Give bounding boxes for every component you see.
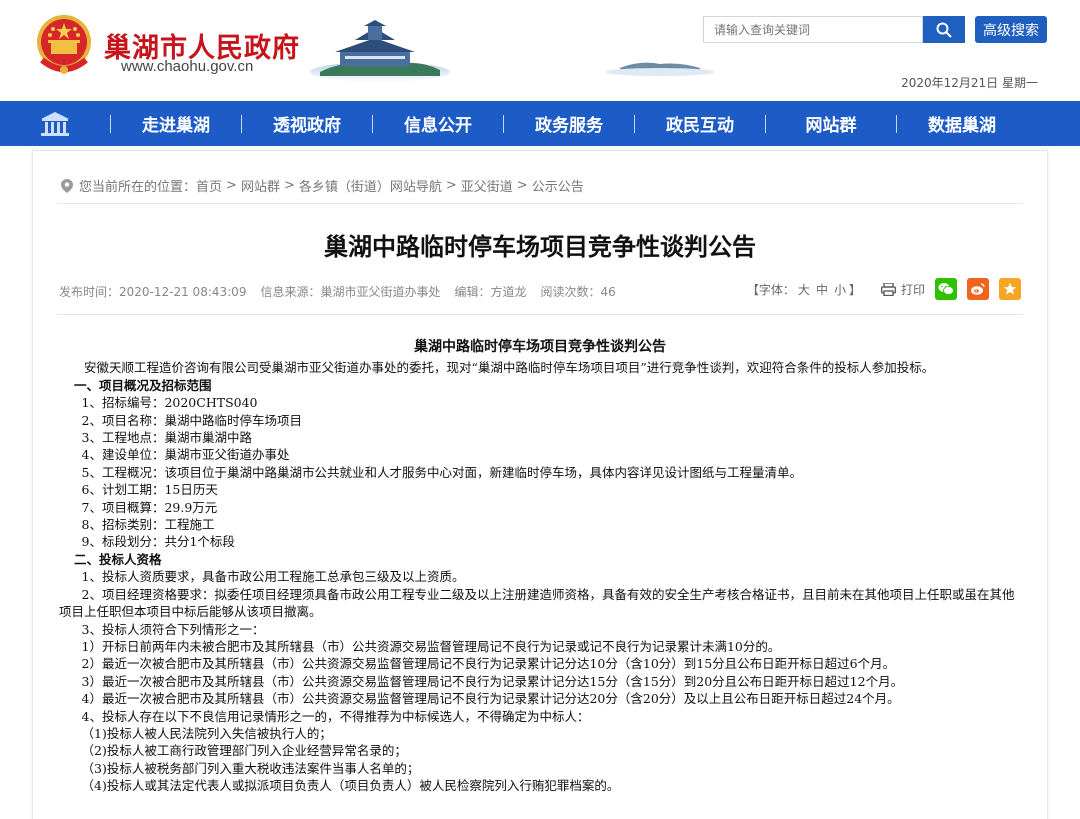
article-tools: 【字体：大中小】 打印 — [747, 278, 1021, 300]
article-meta: 发布时间：2020-12-21 08:43:09 信息来源：巢湖市亚父街道办事处… — [59, 283, 616, 300]
add-favorite-button[interactable] — [999, 278, 1021, 300]
view-count: 阅读次数：46 — [540, 285, 616, 299]
site-url: www.chaohu.gov.cn — [121, 58, 254, 75]
list-item: （4)投标人或其法定代表人或拟派项目负责人（项目负责人）被人民检察院列入行贿犯罪… — [81, 778, 620, 794]
nav-item-zhengmin-hudong[interactable]: 政民互动 — [635, 101, 765, 146]
font-size-label-open: 【字体： — [746, 282, 795, 297]
font-size-small[interactable]: 小 — [834, 283, 846, 297]
article-content-title: 巢湖中路临时停车场项目竞争性谈判公告 — [414, 339, 666, 355]
list-item: （2)投标人被工商行政管理部门列入企业经营异常名录的； — [81, 743, 407, 759]
list-item: 4、投标人存在以下不良信用记录情形之一的，不得推荐为中标候选人，不得确定为中标人… — [81, 708, 590, 724]
list-item: 3、投标人须符合下列情形之一： — [81, 621, 265, 637]
list-item: 1）开标日前两年内未被合肥市及其所辖县（市）公共资源交易监督管理局记不良行为记录… — [81, 638, 781, 654]
divider — [57, 314, 1023, 315]
list-item: 4、建设单位：巢湖市亚父街道办事处 — [81, 447, 290, 463]
nav-item-wangzhanqun[interactable]: 网站群 — [766, 101, 896, 146]
search-input[interactable] — [703, 16, 923, 43]
divider — [57, 203, 1023, 204]
list-item: 9、标段划分：共分1个标段 — [81, 534, 235, 550]
list-item: 8、招标类别：工程施工 — [81, 517, 215, 533]
list-item: 4）最近一次被合肥市及其所辖县（市）公共资源交易监督管理局记不良行为记录累计记分… — [81, 691, 900, 707]
article-body: 巢湖中路临时停车场项目竞争性谈判公告 安徽天顺工程造价咨询有限公司受巢湖市亚父街… — [59, 339, 1021, 795]
nav-item-zoujin-chaohu[interactable]: 走进巢湖 — [111, 101, 241, 146]
list-item: 5、工程概况：该项目位于巢湖中路巢湖市公共就业和人才服务中心对面，新建临时停车场… — [81, 464, 802, 480]
breadcrumb-announcements[interactable]: 公示公告 — [532, 176, 584, 195]
main-nav: 走进巢湖 透视政府 信息公开 政务服务 政民互动 网站群 数据巢湖 — [0, 101, 1080, 146]
breadcrumb-separator: > — [226, 178, 237, 193]
article-container: 您当前所在的位置： 首页 > 网站群 > 各乡镇（街道）网站导航 > 亚父街道 … — [32, 150, 1048, 819]
font-size-large[interactable]: 大 — [798, 283, 810, 297]
publish-time: 发布时间：2020-12-21 08:43:09 — [59, 285, 247, 299]
list-item: 1、投标人资质要求，具备市政公用工程施工总承包三级及以上资质。 — [81, 569, 465, 585]
list-item: 2、项目经理资格要求：拟委任项目经理须具备市政公用工程专业二级及以上注册建造师资… — [59, 586, 1015, 620]
list-item: 2）最近一次被合肥市及其所辖县（市）公共资源交易监督管理局记不良行为记录累计记分… — [81, 656, 896, 672]
advanced-search-button[interactable]: 高级搜索 — [975, 16, 1047, 43]
breadcrumb-separator: > — [516, 178, 528, 193]
breadcrumb-township-nav[interactable]: 各乡镇（街道）网站导航 — [299, 176, 442, 195]
list-item: （1)投标人被人民法院列入失信被执行人的； — [81, 725, 332, 741]
share-weibo-button[interactable] — [967, 278, 989, 300]
location-pin-icon — [61, 178, 73, 193]
nav-item-shuju-chaohu[interactable]: 数据巢湖 — [897, 101, 1027, 146]
list-item: （3)投标人被税务部门列入重大税收违法案件当事人名单的； — [81, 760, 420, 776]
breadcrumb: 您当前所在的位置： 首页 > 网站群 > 各乡镇（街道）网站导航 > 亚父街道 … — [61, 176, 584, 195]
list-item: 7、项目概算：29.9万元 — [81, 499, 218, 515]
section-heading: 一、项目概况及招标范围 — [74, 377, 212, 393]
printer-icon — [881, 282, 896, 296]
national-emblem-icon — [37, 15, 91, 74]
list-item: 3、工程地点：巢湖市巢湖中路 — [81, 430, 252, 446]
site-header: 巢湖市人民政府 www.chaohu.gov.cn 高级搜索 2020年12月2… — [0, 0, 1080, 101]
nav-home[interactable] — [0, 101, 110, 146]
print-button[interactable]: 打印 — [881, 281, 925, 298]
editor: 编辑：方道龙 — [454, 285, 527, 299]
weibo-icon — [971, 283, 985, 295]
breadcrumb-site-group[interactable]: 网站群 — [241, 176, 280, 195]
chaohu-landscape-banner — [310, 20, 715, 82]
section-heading: 二、投标人资格 — [74, 551, 162, 567]
list-item: 3）最近一次被合肥市及其所辖县（市）公共资源交易监督管理局记不良行为记录累计记分… — [81, 673, 904, 689]
list-item: 2、项目名称：巢湖中路临时停车场项目 — [81, 412, 302, 428]
page-title: 巢湖中路临时停车场项目竞争性谈判公告 — [324, 233, 756, 261]
breadcrumb-yafu-street[interactable]: 亚父街道 — [461, 176, 513, 195]
list-item: 1、招标编号：2020CHTS040 — [81, 395, 258, 411]
breadcrumb-separator: > — [445, 178, 457, 193]
font-size-medium[interactable]: 中 — [816, 283, 828, 297]
list-item: 6、计划工期：15日历天 — [81, 482, 218, 498]
breadcrumb-home[interactable]: 首页 — [196, 176, 222, 195]
nav-item-zhengwu-fuwu[interactable]: 政务服务 — [504, 101, 634, 146]
breadcrumb-separator: > — [283, 178, 295, 193]
info-source: 信息来源：巢湖市亚父街道办事处 — [260, 285, 441, 299]
search-button[interactable] — [923, 16, 965, 43]
nav-item-toushi-zhengfu[interactable]: 透视政府 — [242, 101, 372, 146]
wechat-icon — [938, 283, 954, 295]
nav-item-xinxi-gongkai[interactable]: 信息公开 — [373, 101, 503, 146]
home-icon — [41, 111, 69, 136]
current-date: 2020年12月21日 星期一 — [901, 76, 1038, 90]
star-icon — [1003, 282, 1017, 295]
article-intro: 安徽天顺工程造价咨询有限公司受巢湖市亚父街道办事处的委托，现对“巢湖中路临时停车… — [84, 360, 935, 376]
print-label: 打印 — [900, 282, 925, 297]
search-icon — [936, 22, 952, 38]
font-size-label-close: 】 — [848, 282, 861, 297]
font-size-controls: 【字体：大中小】 — [747, 281, 861, 298]
breadcrumb-prefix: 您当前所在的位置： — [79, 180, 197, 195]
share-wechat-button[interactable] — [935, 278, 957, 300]
